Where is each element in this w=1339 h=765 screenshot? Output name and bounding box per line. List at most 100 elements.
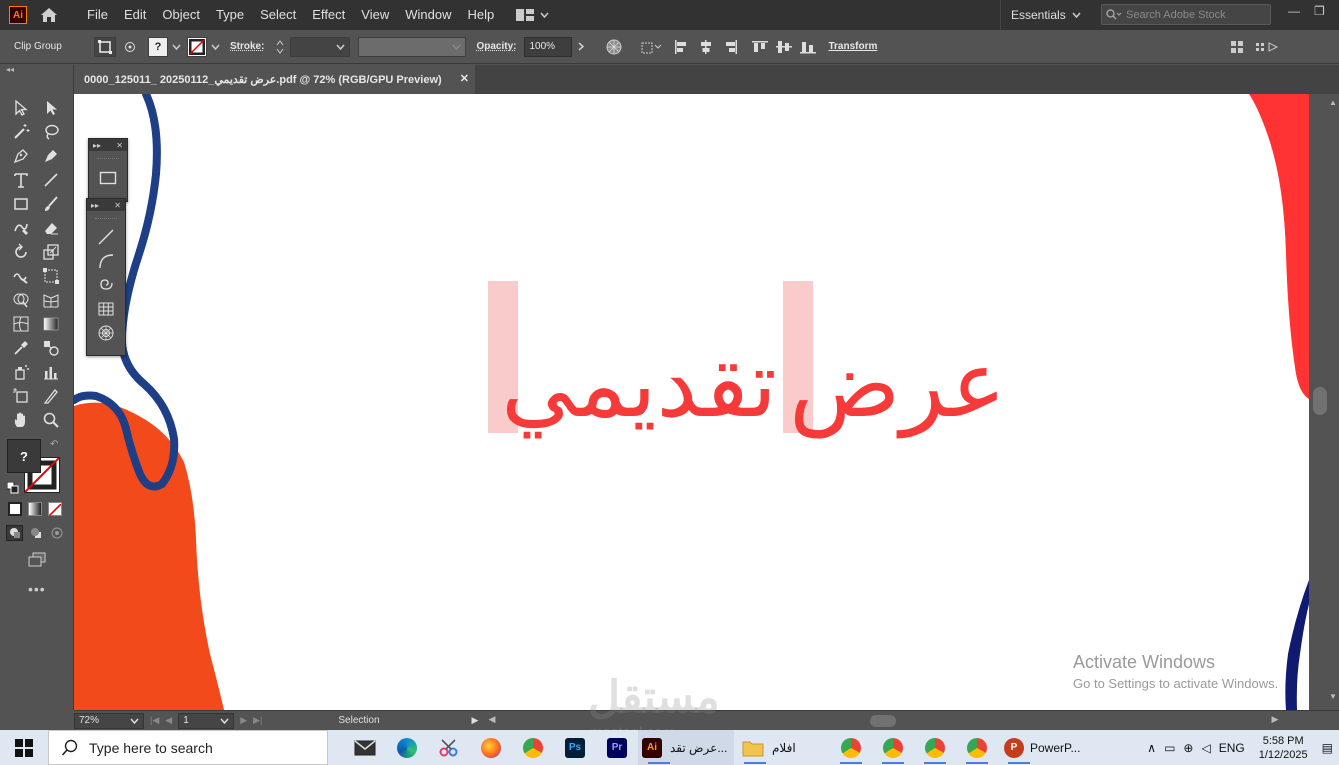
gradient-tool[interactable] (38, 313, 64, 335)
chrome-profile-3-button[interactable] (914, 730, 956, 765)
powerpoint-taskbar-button[interactable]: P PowerP... (998, 730, 1090, 765)
rectangle-tool-option[interactable] (89, 171, 127, 185)
menu-help[interactable]: Help (459, 0, 502, 30)
notifications-icon[interactable]: ▤ (1322, 741, 1333, 755)
opacity-arrow-button[interactable] (574, 37, 588, 57)
premiere-app-button[interactable]: Pr (596, 730, 638, 765)
snipping-tool-button[interactable] (428, 730, 470, 765)
menu-view[interactable]: View (353, 0, 397, 30)
edit-clipping-path-button[interactable] (94, 36, 116, 57)
line-segment-tool[interactable] (38, 169, 64, 191)
transform-link[interactable]: Transform (828, 41, 877, 52)
align-bottom-button[interactable] (798, 37, 818, 57)
panel-menu-button[interactable] (1253, 37, 1283, 57)
symbol-sprayer-tool[interactable] (8, 361, 34, 383)
stock-search-input[interactable]: Search Adobe Stock (1101, 4, 1271, 25)
previous-artboard-icon[interactable]: ◀ (165, 715, 172, 726)
scale-tool[interactable] (38, 241, 64, 263)
heading-word-2[interactable]: تقديمي (501, 331, 777, 439)
curvature-tool[interactable] (38, 145, 64, 167)
paintbrush-tool[interactable] (38, 193, 64, 215)
flyout-header[interactable]: ▸▸ ✕ (89, 139, 127, 151)
first-artboard-icon[interactable]: |◀ (150, 715, 159, 726)
close-tab-icon[interactable]: ✕ (460, 72, 469, 85)
language-indicator[interactable]: ENG (1219, 741, 1245, 755)
eraser-tool[interactable] (38, 217, 64, 239)
restore-button[interactable]: ❐ (1314, 4, 1325, 18)
flyout-grip[interactable] (95, 213, 117, 219)
vertical-scrollbar[interactable]: ▲ ▼ (1309, 94, 1339, 710)
edit-toolbar-icon[interactable]: ••• (28, 581, 46, 597)
spiral-icon[interactable] (97, 277, 115, 293)
horizontal-scroll-thumb[interactable] (870, 714, 897, 727)
type-tool[interactable] (8, 169, 34, 191)
perspective-grid-tool[interactable] (38, 289, 64, 311)
slice-tool[interactable] (38, 385, 64, 407)
scroll-left-icon[interactable]: ◀ (488, 714, 495, 725)
home-icon[interactable] (39, 6, 59, 24)
mesh-tool[interactable] (8, 313, 34, 335)
shape-builder-tool[interactable] (8, 289, 34, 311)
stroke-swatch[interactable] (187, 36, 207, 57)
close-icon[interactable]: ✕ (116, 141, 123, 150)
close-icon[interactable]: ✕ (114, 201, 121, 210)
blend-tool[interactable] (38, 337, 64, 359)
isolate-group-button[interactable] (1227, 37, 1247, 57)
hand-tool[interactable] (8, 409, 34, 431)
menu-file[interactable]: File (79, 0, 116, 30)
selection-tool[interactable] (8, 97, 34, 119)
fill-color-box[interactable]: ? (7, 439, 41, 473)
eyedropper-tool[interactable] (8, 337, 34, 359)
scroll-down-icon[interactable]: ▼ (1329, 692, 1337, 701)
clock[interactable]: 5:58 PM 1/12/2025 (1259, 734, 1308, 762)
none-mode-button[interactable] (48, 502, 62, 517)
expand-icon[interactable]: ▸▸ (91, 201, 99, 210)
stroke-label[interactable]: Stroke: (230, 41, 264, 52)
edit-contents-button[interactable] (120, 37, 140, 57)
status-menu-icon[interactable]: ▶ (472, 715, 479, 726)
expand-icon[interactable]: ▸▸ (93, 141, 101, 150)
orange-blob-shape[interactable] (74, 402, 224, 710)
column-graph-tool[interactable] (38, 361, 64, 383)
rectangular-grid-icon[interactable] (97, 301, 115, 317)
network-icon[interactable]: ⊕ (1183, 741, 1193, 755)
artboard-canvas[interactable]: عرض تقديمي (74, 94, 1309, 710)
mail-app-button[interactable] (344, 730, 386, 765)
menu-select[interactable]: Select (252, 0, 304, 30)
firefox-app-button[interactable] (470, 730, 512, 765)
start-button[interactable] (0, 730, 48, 765)
menu-object[interactable]: Object (154, 0, 208, 30)
stroke-weight-input[interactable] (290, 36, 351, 57)
stroke-weight-stepper[interactable] (270, 37, 290, 57)
scroll-up-icon[interactable]: ▲ (1329, 98, 1337, 107)
align-right-button[interactable] (720, 37, 740, 57)
artboard-select[interactable]: 1 (178, 712, 235, 729)
recolor-artwork-button[interactable] (604, 37, 624, 57)
rotate-tool[interactable] (8, 241, 34, 263)
navy-corner-shape[interactable] (1285, 580, 1309, 710)
minimize-button[interactable]: — (1288, 4, 1300, 18)
menu-window[interactable]: Window (397, 0, 459, 30)
chrome-profile-4-button[interactable] (956, 730, 998, 765)
volume-icon[interactable]: ◁ (1201, 741, 1210, 755)
show-hidden-icons[interactable]: ∧ (1147, 741, 1156, 755)
draw-inside-button[interactable] (49, 525, 66, 541)
chrome-app-button[interactable] (512, 730, 554, 765)
photoshop-app-button[interactable]: Ps (554, 730, 596, 765)
chrome-profile-1-button[interactable] (830, 730, 872, 765)
edge-app-button[interactable] (386, 730, 428, 765)
next-artboard-icon[interactable]: ▶ (240, 715, 247, 726)
vertical-scroll-thumb[interactable] (1313, 387, 1327, 415)
collapse-panel-icon[interactable]: ◂◂ (6, 65, 14, 74)
explorer-folder-button[interactable]: افلام (734, 730, 830, 765)
chevron-down-icon[interactable] (211, 44, 220, 50)
menu-type[interactable]: Type (208, 0, 252, 30)
opacity-input[interactable]: 100% (524, 36, 573, 57)
direct-selection-tool[interactable] (38, 97, 64, 119)
last-artboard-icon[interactable]: ▶| (253, 715, 262, 726)
rectangle-tool[interactable] (8, 193, 34, 215)
warp-tool[interactable] (8, 265, 34, 287)
zoom-select[interactable]: 72% (74, 712, 144, 729)
chrome-profile-2-button[interactable] (872, 730, 914, 765)
zoom-tool[interactable] (38, 409, 64, 431)
